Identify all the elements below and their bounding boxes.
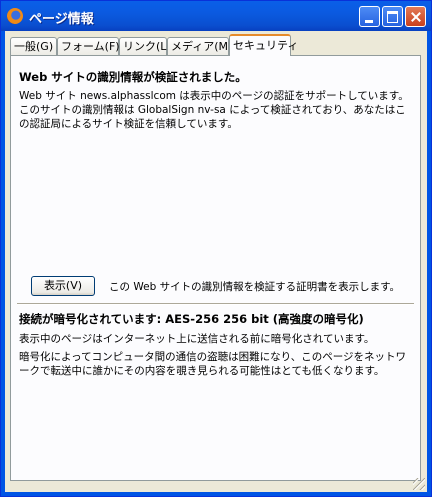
view-certificate-button[interactable]: 表示(V) [31,276,95,296]
minimize-button[interactable] [359,6,380,27]
resize-grip[interactable] [413,478,425,490]
encryption-text-1: 表示中のページはインターネット上に送信される前に暗号化されています。 [19,333,375,345]
tab-general[interactable]: 一般(G) [10,37,57,55]
section-divider [17,303,414,305]
dialog-client: 一般(G) フォーム(F) リンク(L) メディア(M) セキュリティ Web … [5,31,427,492]
identity-text: Web サイト news.alphasslcom は表示中のページの認証をサポー… [19,90,409,130]
tab-forms[interactable]: フォーム(F) [57,37,120,55]
maximize-button[interactable] [382,6,403,27]
encryption-text-2: 暗号化によってコンピュータ間の通信の盗聴は困難になり、このページをネットワークで… [19,351,407,377]
security-panel: Web サイトの識別情報が検証されました。 Web サイト news.alpha… [10,55,421,481]
encryption-heading: 接続が暗号化されています: AES-256 256 bit (高強度の暗号化) [19,312,364,326]
identity-heading: Web サイトの識別情報が検証されました。 [19,70,247,84]
title-bar[interactable]: ページ情報 [1,1,431,31]
close-button[interactable] [405,6,426,27]
firefox-icon [7,8,23,24]
tab-links[interactable]: リンク(L) [119,37,171,55]
window-title: ページ情報 [29,12,94,27]
view-certificate-description: この Web サイトの識別情報を検証する証明書を表示します。 [109,281,401,293]
page-info-window: ページ情報 一般(G) フォーム(F) リンク(L) メディア(M) セキュリテ… [0,0,432,497]
tab-media[interactable]: メディア(M) [167,37,232,55]
tab-security[interactable]: セキュリティ [229,34,298,56]
